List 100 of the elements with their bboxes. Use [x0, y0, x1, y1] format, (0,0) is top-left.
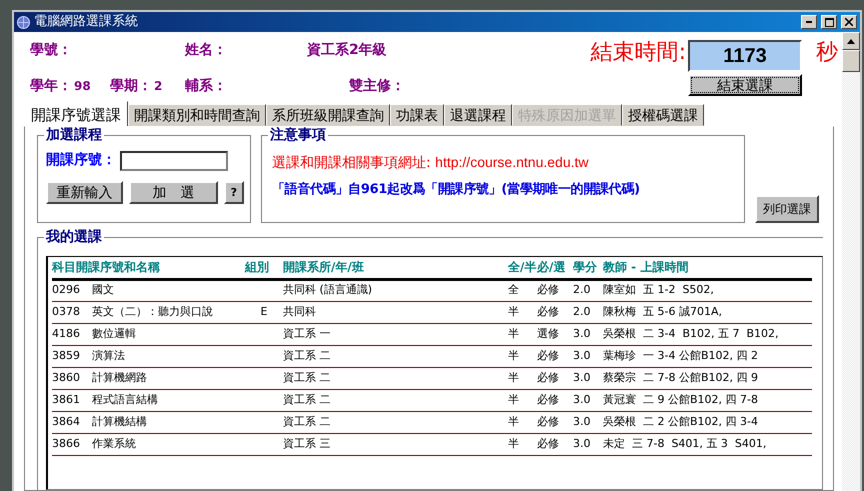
close-button[interactable] — [841, 15, 857, 29]
field-label: 輔系： — [185, 77, 228, 96]
notice-message: 「語音代碼」自961起改爲「開課序號」(當學期唯一的開課代碼) — [272, 180, 641, 199]
up-arrow-icon — [847, 38, 855, 44]
globe-icon — [17, 16, 30, 28]
end-button[interactable]: 結束選課 — [688, 74, 802, 96]
print-button[interactable]: 列印選課 — [755, 195, 819, 223]
table-cell: 資工系 二 — [283, 367, 508, 389]
column-header: 科目開課序號和名稱 — [52, 257, 245, 279]
table-cell: 3.0 — [573, 345, 603, 367]
table-cell: 資工系 二 — [283, 345, 508, 367]
timer-unit: 秒 — [816, 40, 838, 66]
table-cell: 3.0 — [573, 433, 603, 455]
field-label: 開課序號： — [46, 150, 116, 170]
table-cell: 3.0 — [573, 389, 603, 411]
minimize-button[interactable] — [801, 15, 817, 29]
table-cell: 未定 三 7-8 S401, 五 3 S401, — [603, 433, 812, 455]
field-label: 姓名： — [185, 41, 228, 60]
table-cell: 陳秋梅 五 5-6 誠701A, — [603, 301, 812, 323]
table-cell: 2.0 — [573, 301, 603, 323]
column-header: 組別 — [245, 257, 283, 279]
table-cell: 必修 — [537, 411, 573, 433]
column-header: 學分 — [573, 257, 603, 279]
table-cell: 半 — [508, 433, 537, 455]
table-cell: 3.0 — [573, 367, 603, 389]
tab[interactable]: 開課類別和時間查詢 — [128, 104, 266, 126]
timer-label: 結束時間: — [590, 40, 686, 66]
table-cell: 資工系 二 — [283, 389, 508, 411]
tab[interactable]: 系所班級開課查詢 — [266, 104, 390, 126]
add-button[interactable]: 加 選 — [129, 181, 218, 204]
reset-button[interactable]: 重新輸入 — [46, 181, 124, 204]
table-cell: 3860 — [52, 367, 92, 389]
table-cell: 演算法 — [92, 345, 245, 367]
table-cell: 作業系統 — [92, 433, 245, 455]
timer-value: 1173 — [688, 40, 802, 72]
table-cell: 必修 — [537, 279, 573, 301]
table-cell: 必修 — [537, 345, 573, 367]
table-cell: 計算機網路 — [92, 367, 245, 389]
panel-legend: 加選課程 — [44, 126, 104, 144]
scroll-thumb[interactable] — [842, 50, 860, 72]
table-cell: 程式語言結構 — [92, 389, 245, 411]
table-cell: 3.0 — [573, 411, 603, 433]
table-cell: 3861 — [52, 389, 92, 411]
table-cell: 吳榮根 二 3-4 B102, 五 7 B102, — [603, 323, 812, 345]
table-cell: 3866 — [52, 433, 92, 455]
table-cell: 半 — [508, 301, 537, 323]
table-cell: 半 — [508, 389, 537, 411]
maximize-button[interactable] — [821, 15, 837, 29]
table-cell: 3.0 — [573, 323, 603, 345]
tab[interactable]: 功課表 — [390, 104, 444, 126]
table-cell: 0378 — [52, 301, 92, 323]
tab[interactable]: 授權碼選課 — [622, 104, 704, 126]
table-cell: 英文（二）：聽力與口說 — [92, 301, 245, 323]
table-cell: 3859 — [52, 345, 92, 367]
minimize-icon — [806, 21, 812, 23]
column-header: 教師 - 上課時間 — [603, 257, 812, 279]
grade-text: 資工系2年級 — [307, 41, 388, 60]
table-cell: 4186 — [52, 323, 92, 345]
help-button[interactable]: ? — [224, 181, 244, 204]
table-cell: 資工系 三 — [283, 433, 508, 455]
table-cell: 半 — [508, 411, 537, 433]
table-cell: 選修 — [537, 323, 573, 345]
table-cell: 共同科 (語言通識) — [283, 279, 508, 301]
table-cell: 葉梅珍 一 3-4 公館B102, 四 2 — [603, 345, 812, 367]
table-cell: 數位邏輯 — [92, 323, 245, 345]
scroll-up-button[interactable] — [842, 32, 860, 50]
table-cell: 半 — [508, 323, 537, 345]
table-cell: 全 — [508, 279, 537, 301]
table-cell: 2.0 — [573, 279, 603, 301]
table-cell: 陳室如 五 1-2 S502, — [603, 279, 812, 301]
table-cell: 3864 — [52, 411, 92, 433]
table-cell: 國文 — [92, 279, 245, 301]
url-link[interactable]: http://course.ntnu.edu.tw — [435, 154, 588, 170]
table-cell: 必修 — [537, 433, 573, 455]
table-cell: 吳榮根 二 2 公館B102, 四 3-4 — [603, 411, 812, 433]
column-header: 必/選 — [537, 257, 573, 279]
table-cell: 必修 — [537, 367, 573, 389]
column-header: 開課系所/年/班 — [283, 257, 508, 279]
table-cell: 共同科 — [283, 301, 508, 323]
table-cell: 0296 — [52, 279, 92, 301]
close-icon — [845, 18, 853, 26]
field-label: 學年：98 — [30, 77, 92, 96]
table-cell: 半 — [508, 367, 537, 389]
panel-legend: 注意事項 — [268, 126, 328, 144]
maximize-icon — [824, 18, 834, 26]
course-number-field[interactable] — [120, 150, 228, 170]
table-cell: 蔡榮宗 二 7-8 公館B102, 四 9 — [603, 367, 812, 389]
table-cell: E — [245, 301, 283, 323]
table-cell: 資工系 一 — [283, 323, 508, 345]
table-cell: 資工系 二 — [283, 411, 508, 433]
notice-text: 選課和開課相關事項網址: http://course.ntnu.edu.tw — [272, 153, 590, 173]
table-cell: 半 — [508, 345, 537, 367]
table-cell: 必修 — [537, 389, 573, 411]
field-label: 雙主修： — [349, 76, 406, 96]
window-title: 電腦網路選課系統 — [34, 13, 139, 32]
panel-legend: 我的選課 — [44, 228, 104, 246]
tab[interactable]: 退選課程 — [444, 104, 512, 126]
field-label: 學期：2 — [110, 77, 164, 96]
field-label: 學號： — [30, 41, 73, 60]
column-header: 全/半 — [508, 257, 537, 279]
